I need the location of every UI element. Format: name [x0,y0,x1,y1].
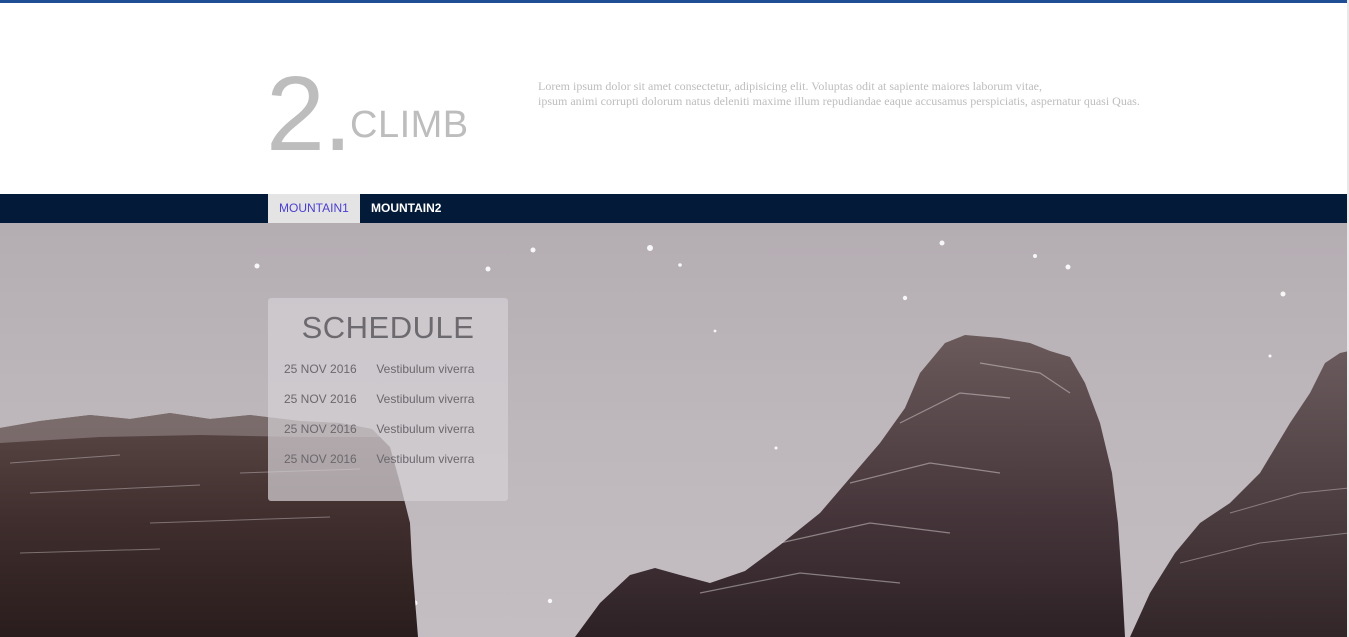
schedule-event: Vestibulum viverra [376,392,475,406]
schedule-date: 25 NOV 2016 [284,422,357,436]
step-title: CLIMB [350,104,469,146]
page: 2. CLIMB Lorem ipsum dolor sit amet cons… [0,0,1349,637]
schedule-title: SCHEDULE [301,310,475,345]
schedule-row: 25 NOV 2016 Vestibulum viverra [284,419,474,439]
tab-mountain2[interactable]: MOUNTAIN2 [360,194,452,223]
schedule-event: Vestibulum viverra [376,452,475,466]
schedule-row: 25 NOV 2016 Vestibulum viverra [284,389,474,409]
mountain-hero-image [0,223,1349,637]
schedule-event: Vestibulum viverra [376,362,475,376]
schedule-date: 25 NOV 2016 [284,362,357,376]
step-number: 2. [266,55,352,173]
schedule-row: 25 NOV 2016 Vestibulum viverra [284,449,474,469]
tab-mountain1[interactable]: MOUNTAIN1 [268,194,360,223]
intro-line-2: ipsum animi corrupti dolorum natus delen… [538,94,1140,108]
schedule-date: 25 NOV 2016 [284,392,357,406]
schedule-event: Vestibulum viverra [376,422,475,436]
intro-text: Lorem ipsum dolor sit amet consectetur, … [538,79,1178,109]
mountain-illustration [0,240,1349,637]
section-header: 2. CLIMB Lorem ipsum dolor sit amet cons… [0,3,1349,194]
schedule-card: SCHEDULE 25 NOV 2016 Vestibulum viverra … [268,298,508,501]
schedule-date: 25 NOV 2016 [284,452,357,466]
schedule-row: 25 NOV 2016 Vestibulum viverra [284,359,474,379]
intro-line-1: Lorem ipsum dolor sit amet consectetur, … [538,79,1042,93]
mountain-tab-bar: MOUNTAIN1 MOUNTAIN2 [0,194,1349,223]
